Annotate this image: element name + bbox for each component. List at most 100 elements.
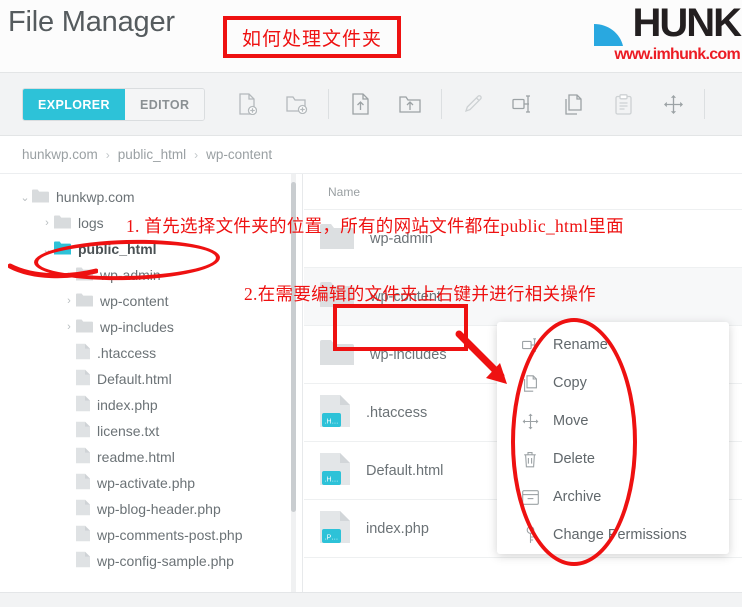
paste-button[interactable] (598, 87, 648, 121)
tree-item-wp-admin[interactable]: › wp-admin (0, 262, 302, 288)
logo-swoosh-icon (594, 20, 624, 46)
tree-item-label: wp-admin (100, 267, 161, 283)
tree-item-label: wp-content (100, 293, 169, 309)
folder-icon (76, 319, 93, 336)
caret-placeholder (62, 554, 76, 568)
chevron-icon[interactable]: › (40, 216, 54, 230)
tree-item-wp-activate-php[interactable]: wp-activate.php (0, 470, 302, 496)
file-list-header: Name (304, 174, 742, 210)
tab-editor[interactable]: EDITOR (124, 89, 205, 120)
move-button[interactable] (648, 87, 698, 121)
tree-item-label: readme.html (97, 449, 175, 465)
context-menu-item-rename[interactable]: Rename (497, 326, 729, 364)
tree-item-public-html[interactable]: ⌄ public_html (0, 236, 302, 262)
folder-icon (54, 215, 71, 232)
file-icon: .P… (320, 510, 350, 548)
tree-item-readme-html[interactable]: readme.html (0, 444, 302, 470)
caret-placeholder (62, 502, 76, 516)
caret-placeholder (62, 450, 76, 464)
chevron-icon[interactable]: › (62, 320, 76, 334)
copy-button[interactable] (548, 87, 598, 121)
context-menu-item-label: Move (553, 413, 589, 429)
tree-item-hunkwp-com[interactable]: ⌄ hunkwp.com (0, 184, 302, 210)
upload-folder-button[interactable] (385, 87, 435, 121)
tree-item-label: Default.html (97, 371, 172, 387)
file-icon (76, 499, 90, 519)
file-icon: .H… (320, 394, 350, 432)
tree-item-label: index.php (97, 397, 158, 413)
breadcrumb-item-1[interactable]: public_html (118, 147, 186, 162)
tree-item-wp-includes[interactable]: › wp-includes (0, 314, 302, 340)
chevron-icon[interactable]: ⌄ (18, 190, 32, 204)
folder-icon (32, 189, 49, 206)
tree-item-index-php[interactable]: index.php (0, 392, 302, 418)
file-icon (76, 447, 90, 467)
breadcrumb-item-0[interactable]: hunkwp.com (22, 147, 98, 162)
tree-item-wp-content[interactable]: › wp-content (0, 288, 302, 314)
copy-icon (521, 374, 539, 392)
file-list-row-label: index.php (366, 520, 429, 537)
context-menu-item-move[interactable]: Move (497, 402, 729, 440)
tree-item-label: public_html (78, 241, 157, 257)
caret-placeholder (62, 372, 76, 386)
tree-item-label: hunkwp.com (56, 189, 135, 205)
status-bar (0, 592, 742, 607)
caret-placeholder (62, 424, 76, 438)
tree-item--htaccess[interactable]: .htaccess (0, 340, 302, 366)
chevron-icon[interactable]: › (62, 294, 76, 308)
toolbar-divider-2 (441, 89, 442, 119)
chevron-icon[interactable]: › (62, 268, 76, 282)
context-menu-item-delete[interactable]: Delete (497, 440, 729, 478)
file-list-row-label: wp-includes (370, 346, 447, 363)
svg-text:.H…: .H… (325, 418, 339, 425)
caret-placeholder (62, 476, 76, 490)
edit-button[interactable] (448, 87, 498, 121)
tree-item-label: wp-includes (100, 319, 174, 335)
tree-item-label: .htaccess (97, 345, 157, 361)
file-icon (76, 369, 90, 389)
breadcrumb: hunkwp.com › public_html › wp-content (0, 136, 742, 174)
caret-placeholder (62, 528, 76, 542)
breadcrumb-separator: › (194, 147, 199, 162)
key-icon (521, 526, 539, 544)
context-menu-item-copy[interactable]: Copy (497, 364, 729, 402)
rename-button[interactable] (498, 87, 548, 121)
chevron-icon[interactable]: ⌄ (40, 242, 54, 256)
tree-item-wp-blog-header-php[interactable]: wp-blog-header.php (0, 496, 302, 522)
file-icon (76, 473, 90, 493)
new-file-button[interactable] (222, 87, 272, 121)
toolbar-divider-1 (328, 89, 329, 119)
tree-scrollbar-thumb[interactable] (291, 182, 296, 512)
toolbar: EXPLORER EDITOR (0, 72, 742, 136)
folder-icon (76, 293, 93, 310)
upload-file-button[interactable] (335, 87, 385, 121)
breadcrumb-item-2[interactable]: wp-content (206, 147, 272, 162)
tree-item-license-txt[interactable]: license.txt (0, 418, 302, 444)
file-icon (76, 395, 90, 415)
tree-item-label: logs (78, 215, 104, 231)
view-tabs: EXPLORER EDITOR (22, 88, 206, 121)
tab-explorer[interactable]: EXPLORER (23, 89, 125, 120)
file-list-row[interactable]: wp-admin (304, 210, 742, 268)
context-menu-item-label: Archive (553, 489, 602, 505)
context-menu-item-archive[interactable]: Archive (497, 478, 729, 516)
logo-website-url: www.imhunk.com (614, 46, 740, 63)
tree-item-wp-config-sample-php[interactable]: wp-config-sample.php (0, 548, 302, 574)
tree-item-label: wp-comments-post.php (97, 527, 243, 543)
file-list-row[interactable]: wp-content (304, 268, 742, 326)
move-icon (521, 413, 539, 430)
tree-item-label: wp-blog-header.php (97, 501, 221, 517)
new-folder-button[interactable] (272, 87, 322, 121)
svg-text:.H…: .H… (325, 476, 339, 483)
file-icon (76, 525, 90, 545)
tree-item-logs[interactable]: › logs (0, 210, 302, 236)
tree-item-wp-comments-post-php[interactable]: wp-comments-post.php (0, 522, 302, 548)
caret-placeholder (62, 398, 76, 412)
svg-text:.P…: .P… (325, 534, 339, 541)
context-menu-item-label: Copy (553, 375, 587, 391)
tree-item-default-html[interactable]: Default.html (0, 366, 302, 392)
folder-icon (320, 223, 354, 254)
column-header-name: Name (328, 184, 361, 199)
hunk-logo: HUNK www.imhunk.com (580, 2, 742, 68)
context-menu-item-change-permissions[interactable]: Change Permissions (497, 516, 729, 554)
